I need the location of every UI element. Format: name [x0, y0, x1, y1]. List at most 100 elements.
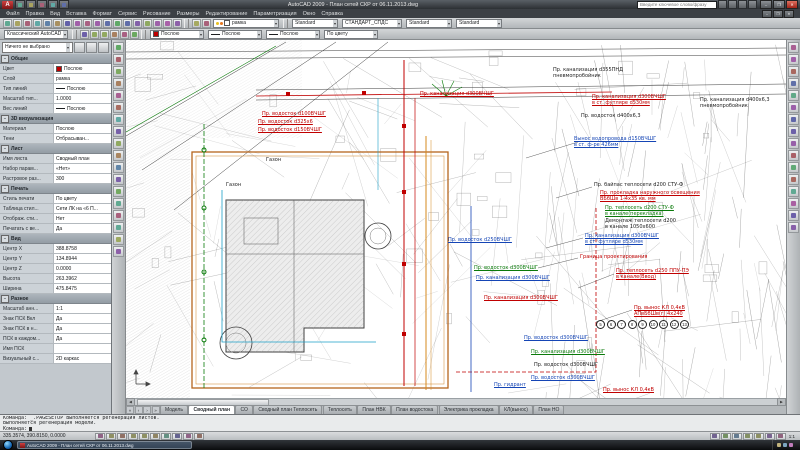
- undo-button[interactable]: [59, 0, 69, 9]
- doc-minimize-button[interactable]: –: [762, 9, 772, 18]
- property-value[interactable]: 1:1: [54, 304, 111, 313]
- rotate-button[interactable]: [788, 114, 799, 125]
- join-button[interactable]: [788, 186, 799, 197]
- close-button[interactable]: ✕: [786, 0, 798, 9]
- hatch-button[interactable]: [113, 198, 124, 209]
- section-header-Вид[interactable]: − Вид: [0, 234, 111, 244]
- tab-План НО[interactable]: План НО: [533, 406, 565, 414]
- tab-Электрика прокладка[interactable]: Электрика прокладка: [438, 406, 499, 414]
- collapse-icon[interactable]: −: [1, 234, 9, 243]
- layer-lock-button[interactable]: [129, 29, 139, 39]
- copy-button[interactable]: [788, 54, 799, 65]
- layer-isolate-button[interactable]: [99, 29, 109, 39]
- arc-button[interactable]: [113, 102, 124, 113]
- menu-item-Размеры[interactable]: Размеры: [177, 11, 200, 17]
- menu-item-Редактирование[interactable]: Редактирование: [205, 11, 247, 17]
- tab-Сводный план[interactable]: Сводный план: [188, 406, 235, 414]
- osnap-toggle-button[interactable]: [139, 432, 149, 440]
- property-value[interactable]: Сводный план: [54, 154, 111, 163]
- collapse-icon[interactable]: −: [1, 294, 9, 303]
- menu-item-Вид[interactable]: Вид: [50, 11, 60, 17]
- explode-button[interactable]: [788, 222, 799, 233]
- tab-Сводный план Теплосеть[interactable]: Сводный план Теплосеть: [253, 406, 323, 414]
- cut-button[interactable]: [62, 18, 72, 28]
- tab-scroll-button[interactable]: »: [151, 406, 160, 414]
- collapse-icon[interactable]: −: [1, 144, 9, 153]
- layer-off-button[interactable]: [119, 29, 129, 39]
- property-value[interactable]: По цвету: [54, 194, 111, 203]
- command-window[interactable]: Команда: _.PAGESETUP Выполняется регенер…: [0, 414, 800, 432]
- property-value[interactable]: 475.8475: [54, 284, 111, 293]
- open-file-button[interactable]: [12, 18, 22, 28]
- layer-previous-button[interactable]: [201, 18, 211, 28]
- linetype-dropdown[interactable]: Послою ▾: [208, 29, 262, 39]
- table-style-dropdown[interactable]: Standard ▾: [406, 18, 452, 28]
- section-header-3D визуализация[interactable]: −3D визуализация: [0, 114, 111, 124]
- ellipse-button[interactable]: [113, 150, 124, 161]
- break-button[interactable]: [788, 174, 799, 185]
- publish-button[interactable]: [52, 18, 62, 28]
- circle-button[interactable]: [113, 114, 124, 125]
- qp-toggle-button[interactable]: [194, 432, 204, 440]
- design-center-button[interactable]: [162, 18, 172, 28]
- construction-line-button[interactable]: [113, 54, 124, 65]
- property-value[interactable]: Послою: [54, 84, 111, 93]
- tab-План НВК[interactable]: План НВК: [357, 406, 391, 414]
- doc-close-button[interactable]: ✕: [784, 9, 794, 18]
- menu-item-Справка[interactable]: Справка: [321, 11, 343, 17]
- quick-view-layouts-button[interactable]: [731, 432, 742, 440]
- workspace-settings-button[interactable]: [79, 29, 89, 39]
- table-button[interactable]: [113, 234, 124, 245]
- tab-scroll-button[interactable]: ›: [143, 406, 151, 414]
- scale-button[interactable]: [788, 126, 799, 137]
- property-value[interactable]: Отбрасыван...: [54, 134, 111, 143]
- menu-item-Рисование[interactable]: Рисование: [143, 11, 171, 17]
- fillet-button[interactable]: [788, 210, 799, 221]
- property-value[interactable]: 0.0000: [54, 264, 111, 273]
- property-value[interactable]: Послою: [54, 124, 111, 133]
- taskbar-task-button[interactable]: AutoCAD 2009 - План сетей СКР от 06.11.2…: [17, 441, 192, 449]
- tab-КЛ(вынос)[interactable]: КЛ(вынос): [499, 406, 533, 414]
- undo-button[interactable]: [102, 18, 112, 28]
- property-value[interactable]: 1.0000: [54, 94, 111, 103]
- toolbar-grip[interactable]: [72, 29, 77, 39]
- lwt-toggle-button[interactable]: [183, 432, 193, 440]
- gradient-button[interactable]: [113, 210, 124, 221]
- insert-block-button[interactable]: [113, 162, 124, 173]
- tab-scroll-button[interactable]: ‹: [134, 406, 143, 414]
- properties-button[interactable]: [152, 18, 162, 28]
- toolbar-grip[interactable]: [184, 18, 189, 28]
- property-value[interactable]: «Нет»: [54, 164, 111, 173]
- menu-browser-button[interactable]: A: [2, 0, 13, 9]
- tab-scroll-button[interactable]: «: [126, 406, 134, 414]
- model-space-button[interactable]: [709, 432, 720, 440]
- property-value[interactable]: 388.8758: [54, 244, 111, 253]
- menu-item-Сервис[interactable]: Сервис: [118, 11, 137, 17]
- save-button[interactable]: [37, 0, 47, 9]
- new-file-button[interactable]: [15, 0, 25, 9]
- open-file-button[interactable]: [26, 0, 36, 9]
- selection-dropdown[interactable]: Ничего не выбрано ▾: [2, 41, 73, 53]
- property-value[interactable]: Да: [54, 324, 111, 333]
- property-value[interactable]: 2D каркас: [54, 354, 111, 363]
- section-header-Разное[interactable]: − Разное: [0, 294, 111, 304]
- quick-view-drawings-button[interactable]: [742, 432, 753, 440]
- horizontal-scrollbar[interactable]: ◀ ▶: [126, 398, 786, 406]
- region-button[interactable]: [113, 222, 124, 233]
- make-block-button[interactable]: [113, 174, 124, 185]
- section-header-Лист[interactable]: − Лист: [0, 144, 111, 154]
- favorites-icon[interactable]: [738, 0, 747, 9]
- collapse-icon[interactable]: −: [1, 184, 9, 193]
- start-button[interactable]: [3, 440, 13, 450]
- paste-button[interactable]: [82, 18, 92, 28]
- save-button[interactable]: [22, 18, 32, 28]
- section-header-Печать[interactable]: − Печать: [0, 184, 111, 194]
- trim-button[interactable]: [788, 150, 799, 161]
- workspace-switch-button[interactable]: [764, 432, 775, 440]
- stretch-button[interactable]: [788, 138, 799, 149]
- mleader-style-dropdown[interactable]: Standard ▾: [456, 18, 502, 28]
- collapse-icon[interactable]: −: [1, 54, 9, 63]
- point-button[interactable]: [113, 186, 124, 197]
- new-file-button[interactable]: [2, 18, 12, 28]
- annotation-visibility-button[interactable]: [753, 432, 764, 440]
